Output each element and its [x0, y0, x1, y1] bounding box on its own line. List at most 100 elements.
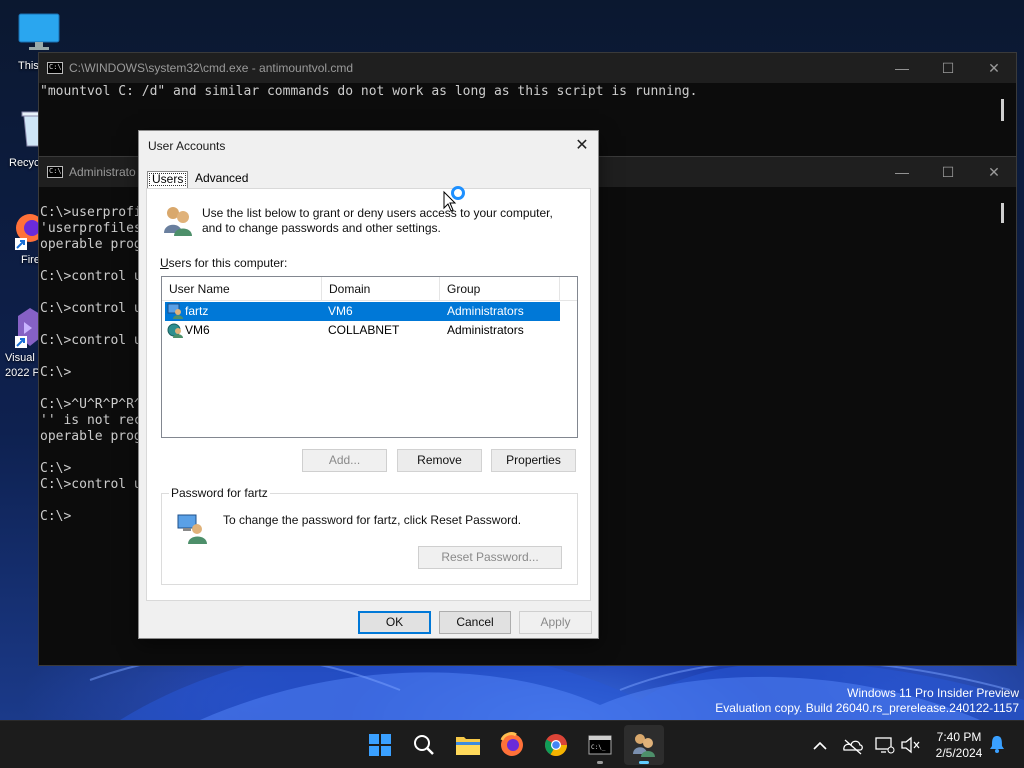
user-name-cell: VM6 — [185, 323, 210, 337]
cancel-button[interactable]: Cancel — [439, 611, 511, 634]
console-icon: C:\ — [47, 62, 63, 74]
search-button[interactable] — [404, 725, 444, 765]
console-line: C:\> — [40, 509, 72, 524]
watermark-line-1: Windows 11 Pro Insider Preview — [847, 686, 1019, 700]
user-accounts-dialog[interactable]: User Accounts ✕ Users Advanced Use the l… — [138, 130, 599, 639]
domain-cell: COLLABNET — [328, 323, 400, 337]
desktop-icon-label: This — [18, 60, 39, 72]
column-header-group[interactable]: Group — [440, 277, 560, 301]
tab-users[interactable]: Users — [147, 171, 189, 188]
users-list-label: Users for this computer: — [160, 256, 287, 270]
password-user-icon — [177, 514, 207, 544]
console-line: '' is not rec — [40, 413, 142, 428]
user-accounts-taskbar-button[interactable] — [624, 725, 664, 765]
properties-button[interactable]: Properties — [491, 449, 576, 472]
cmd-window-title: Administrato — [69, 165, 136, 179]
intro-text: Use the list below to grant or deny user… — [202, 206, 562, 236]
chevron-up-icon[interactable] — [808, 721, 832, 768]
user-accounts-icon — [633, 734, 655, 757]
apply-button[interactable]: Apply — [519, 611, 592, 634]
console-line: operable prog — [40, 429, 142, 444]
group-cell: Administrators — [447, 304, 524, 318]
busy-cursor-icon — [443, 186, 465, 212]
clock-time: 7:40 PM — [936, 730, 982, 744]
maximize-button[interactable]: ☐ — [925, 157, 971, 187]
volume-muted-icon[interactable] — [898, 721, 922, 768]
network-icon[interactable] — [872, 721, 896, 768]
domain-user-icon — [167, 323, 183, 338]
password-groupbox — [161, 493, 578, 585]
users-list-label-accel: U — [160, 256, 169, 270]
table-row[interactable]: fartz VM6 Administrators — [165, 302, 560, 321]
users-list-label-text: sers for this computer: — [168, 256, 288, 270]
folder-icon — [456, 737, 480, 755]
column-header-user-name[interactable]: User Name — [162, 277, 322, 301]
onedrive-paused-icon[interactable] — [840, 721, 864, 768]
terminal-icon: C:\_ — [588, 735, 612, 755]
close-button[interactable]: ✕ — [971, 157, 1017, 187]
search-icon — [414, 735, 434, 755]
firefox-icon — [15, 214, 40, 250]
console-icon: C:\ — [47, 166, 63, 178]
cmd-title-bar[interactable]: C:\ C:\WINDOWS\system32\cmd.exe - antimo… — [39, 53, 1016, 83]
list-header: User Name Domain Group — [162, 277, 577, 301]
intro-line-1: Use the list below to grant or deny user… — [202, 206, 553, 220]
active-indicator — [639, 761, 649, 764]
file-explorer-button[interactable] — [448, 725, 488, 765]
system-clock[interactable]: 7:40 PM 2/5/2024 — [928, 729, 990, 761]
taskbar: C:\_ 7:40 PM 2/5/2024 — [0, 720, 1024, 768]
user-name-cell: fartz — [185, 304, 209, 318]
remove-button[interactable]: Remove — [397, 449, 482, 472]
dialog-close-button[interactable]: ✕ — [570, 135, 594, 157]
console-line: 'userprofiles — [40, 221, 142, 236]
console-output: "mountvol C: /d" and similar commands do… — [40, 84, 698, 99]
cmd-window-title: C:\WINDOWS\system32\cmd.exe - antimountv… — [69, 61, 354, 75]
table-row[interactable]: VM6 COLLABNET Administrators — [165, 321, 560, 340]
console-line: operable prog — [40, 237, 142, 252]
watermark-line-2: Evaluation copy. Build 26040.rs_prerelea… — [715, 701, 1019, 715]
console-line: C:\>userprofi — [40, 205, 142, 220]
visual-studio-icon — [15, 308, 40, 348]
start-button[interactable] — [360, 725, 400, 765]
close-button[interactable]: ✕ — [971, 53, 1017, 83]
maximize-button[interactable]: ☐ — [925, 53, 971, 83]
running-indicator — [597, 761, 603, 764]
notification-bell-icon[interactable] — [986, 721, 1008, 768]
clock-date: 2/5/2024 — [935, 746, 983, 760]
console-line: C:\>^U^R^P^R^ — [40, 397, 142, 412]
users-icon — [164, 207, 192, 236]
desktop-icon-label: Recyc — [9, 157, 40, 169]
vertical-scrollbar[interactable] — [1001, 203, 1004, 223]
chrome-icon — [545, 734, 567, 756]
intro-line-2: and to change passwords and other settin… — [202, 221, 441, 235]
vertical-scrollbar[interactable] — [1001, 99, 1004, 121]
minimize-button[interactable]: — — [879, 157, 925, 187]
user-icon — [167, 303, 183, 319]
group-cell: Administrators — [447, 323, 524, 337]
minimize-button[interactable]: — — [879, 53, 925, 83]
console-line: C:\>control u — [40, 477, 142, 492]
console-line: C:\> — [40, 365, 72, 380]
console-line: C:\>control u — [40, 301, 142, 316]
tab-advanced[interactable]: Advanced — [191, 171, 252, 188]
add-button[interactable]: Add... — [302, 449, 387, 472]
password-group-title: Password for fartz — [169, 486, 270, 500]
chrome-taskbar-button[interactable] — [536, 725, 576, 765]
desktop-icon-label: Visual — [5, 352, 35, 364]
monitor-icon — [18, 13, 60, 50]
column-header-domain[interactable]: Domain — [322, 277, 440, 301]
firefox-taskbar-button[interactable] — [492, 725, 532, 765]
firefox-icon — [500, 732, 523, 756]
reset-password-button[interactable]: Reset Password... — [418, 546, 562, 569]
terminal-taskbar-button[interactable]: C:\_ — [580, 725, 620, 765]
ok-button[interactable]: OK — [358, 611, 431, 634]
users-list[interactable]: User Name Domain Group fartz VM6 Adminis… — [161, 276, 578, 438]
desktop-icon-label-2: 2022 P — [5, 367, 40, 379]
console-output: C:\>userprofi'userprofiles operable prog … — [40, 205, 142, 525]
